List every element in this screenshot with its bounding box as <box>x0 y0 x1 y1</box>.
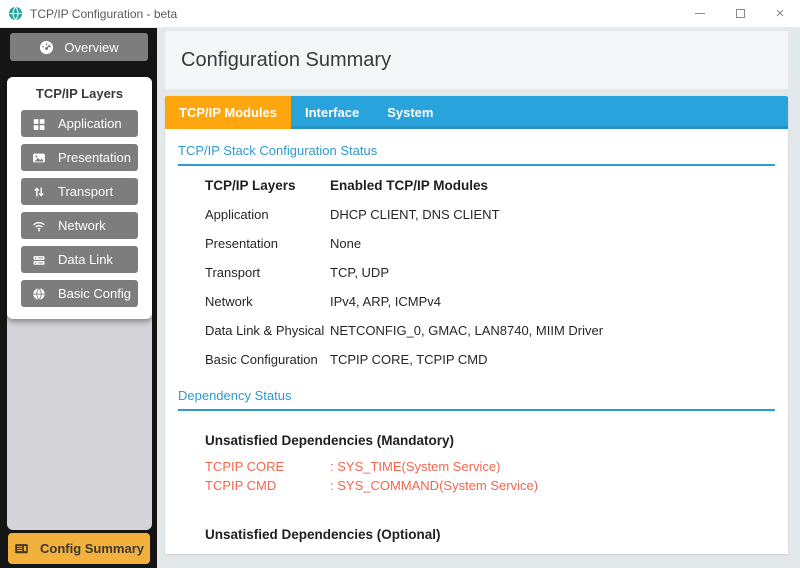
dep-service: : SYS_CONSOLE(System Service) <box>330 551 775 554</box>
report-list-icon <box>14 541 29 556</box>
sidebar-item-label: Data Link <box>58 252 113 267</box>
sidebar-item-label: Transport <box>58 184 114 199</box>
wifi-icon <box>32 219 46 233</box>
layer-cell: Transport <box>205 265 261 280</box>
tab-system[interactable]: System <box>373 96 447 129</box>
modules-cell: TCPIP CORE, TCPIP CMD <box>330 352 488 367</box>
modules-cell: DHCP CLIENT, DNS CLIENT <box>330 207 500 222</box>
layers-panel-title: TCP/IP Layers <box>35 86 124 101</box>
modules-cell: TCP, UDP <box>330 265 389 280</box>
server-icon <box>32 253 46 267</box>
sidebar-item-transport[interactable]: Transport <box>21 178 138 205</box>
tab-interface[interactable]: Interface <box>291 96 373 129</box>
modules-cell: None <box>330 236 362 251</box>
layer-cell: Application <box>205 207 269 222</box>
table-header-row: TCP/IP Layers Enabled TCP/IP Modules <box>205 171 775 200</box>
layer-cell: Data Link & Physical <box>205 323 325 338</box>
app-logo-icon <box>8 6 23 21</box>
modules-cell: NETCONFIG_0, GMAC, LAN8740, MIIM Driver <box>330 323 604 338</box>
window-title: TCP/IP Configuration - beta <box>30 6 178 21</box>
config-summary-button[interactable]: Config Summary <box>8 533 150 564</box>
modules-cell: IPv4, ARP, ICMPv4 <box>330 294 442 309</box>
mandatory-deps-title: Unsatisfied Dependencies (Mandatory) <box>205 433 455 448</box>
sidebar-item-application[interactable]: Application <box>21 110 138 137</box>
sidebar-item-network[interactable]: Network <box>21 212 138 239</box>
minimize-icon <box>695 13 705 14</box>
close-button[interactable]: × <box>760 0 800 27</box>
table-row: Network IPv4, ARP, ICMPv4 <box>205 287 775 316</box>
dep-service: : SYS_TIME(System Service) <box>330 459 501 474</box>
sidebar-item-label: Presentation <box>58 150 131 165</box>
mandatory-dep-row: TCPIP CMD : SYS_COMMAND(System Service) <box>205 476 775 495</box>
dep-service: : SYS_COMMAND(System Service) <box>330 478 539 493</box>
dep-module: TCPIP CMD <box>205 478 277 493</box>
layer-cell: Basic Configuration <box>205 352 318 367</box>
col-header-layers: TCP/IP Layers <box>205 178 296 193</box>
config-summary-label: Config Summary <box>39 541 144 556</box>
up-down-arrows-icon <box>32 185 46 199</box>
sidebar-item-data-link[interactable]: Data Link <box>21 246 138 273</box>
gauge-icon <box>39 40 54 55</box>
mandatory-dep-row: TCPIP CORE : SYS_TIME(System Service) <box>205 457 775 476</box>
minimize-button[interactable] <box>680 0 720 27</box>
table-row: Application DHCP CLIENT, DNS CLIENT <box>205 200 775 229</box>
col-header-modules: Enabled TCP/IP Modules <box>330 178 489 193</box>
titlebar: TCP/IP Configuration - beta × <box>0 0 800 28</box>
sidebar-item-label: Basic Config <box>58 286 131 301</box>
optional-deps-title: Unsatisfied Dependencies (Optional) <box>205 527 441 542</box>
close-icon: × <box>775 5 785 22</box>
table-row: Transport TCP, UDP <box>205 258 775 287</box>
page-header: Configuration Summary <box>165 31 788 89</box>
sidebar-item-presentation[interactable]: Presentation <box>21 144 138 171</box>
stack-status-heading: TCP/IP Stack Configuration Status <box>178 143 775 166</box>
layer-cell: Presentation <box>205 236 278 251</box>
table-row: Data Link & Physical NETCONFIG_0, GMAC, … <box>205 316 775 345</box>
maximize-icon <box>735 9 745 18</box>
dependency-status-heading: Dependency Status <box>178 388 775 411</box>
page-title: Configuration Summary <box>181 48 392 71</box>
layers-card: TCP/IP Layers Application Presentation T… <box>7 77 152 319</box>
tab-tcpip-modules[interactable]: TCP/IP Modules <box>165 96 291 129</box>
tab-bar: TCP/IP Modules Interface System <box>165 96 788 129</box>
sidebar-item-basic-config[interactable]: Basic Config <box>21 280 138 307</box>
dep-module: TCPIP CORE <box>205 459 285 474</box>
grid-icon <box>32 117 46 131</box>
layer-cell: Network <box>205 294 253 309</box>
content-panel: TCP/IP Modules Interface System TCP/IP S… <box>165 96 788 554</box>
main-area: Configuration Summary TCP/IP Modules Int… <box>157 28 800 568</box>
maximize-button[interactable] <box>720 0 760 27</box>
stack-status-table: TCP/IP Layers Enabled TCP/IP Modules App… <box>205 171 775 374</box>
table-row: Basic Configuration TCPIP CORE, TCPIP CM… <box>205 345 775 374</box>
globe-icon <box>32 287 46 301</box>
image-icon <box>32 151 46 165</box>
dep-module: TCPIP CORE <box>205 551 330 554</box>
table-row: Presentation None <box>205 229 775 258</box>
dependency-block: Unsatisfied Dependencies (Mandatory) TCP… <box>205 433 775 554</box>
sidebar-item-label: Network <box>58 218 106 233</box>
sidebar: Overview TCP/IP Layers Application Prese… <box>0 28 157 568</box>
sidebar-item-label: Application <box>58 116 122 131</box>
overview-label: Overview <box>64 39 119 55</box>
layers-panel: TCP/IP Layers Application Presentation T… <box>7 77 152 530</box>
optional-dep-row: TCPIP CORE : SYS_CONSOLE(System Service) <box>205 551 775 554</box>
overview-button[interactable]: Overview <box>10 33 148 61</box>
